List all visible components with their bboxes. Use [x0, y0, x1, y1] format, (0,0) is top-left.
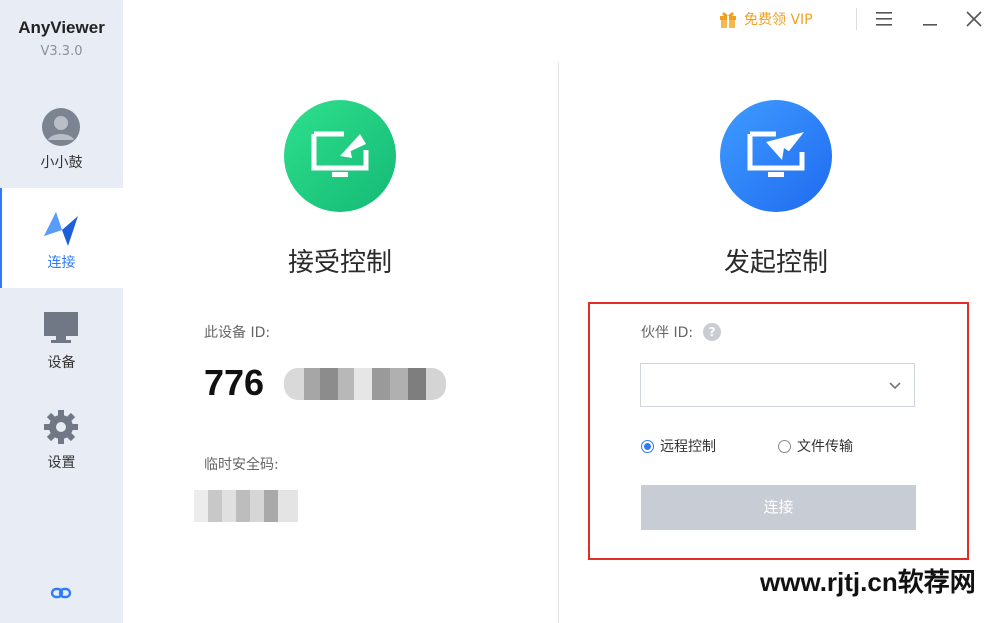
gift-icon [720, 12, 736, 28]
partner-id-label-row: 伙伴 ID: ? [641, 322, 722, 342]
radio-dot[interactable] [641, 439, 654, 453]
radio-file-transfer[interactable]: 文件传输 [778, 436, 853, 456]
receive-control-icon [311, 131, 369, 177]
sidebar-item-connect[interactable]: 连接 [0, 188, 123, 288]
radio-remote-label: 远程控制 [660, 439, 716, 455]
free-vip-button[interactable]: 免费领 VIP [718, 8, 813, 30]
chevron-down-icon[interactable] [888, 378, 902, 392]
sidebar: AnyViewer V3.3.0 小小鼓 连接 设备 设置 [0, 0, 123, 623]
link-icon[interactable] [50, 583, 72, 603]
sidebar-item-label: 连接 [47, 255, 76, 271]
device-id-label: 此设备 ID: [204, 325, 271, 341]
receive-control-title: 接受控制 [287, 248, 392, 278]
sidebar-item-user[interactable]: 小小鼓 [0, 88, 123, 188]
initiate-control-badge [720, 100, 832, 212]
sidebar-item-label: 设备 [47, 355, 76, 371]
radio-file-label: 文件传输 [797, 439, 853, 455]
help-icon[interactable]: ? [703, 323, 722, 341]
sidebar-item-label: 设置 [47, 455, 76, 471]
topbar-separator [856, 8, 857, 30]
partner-id-input[interactable] [649, 364, 883, 406]
radio-dot[interactable] [778, 439, 791, 453]
sidebar-item-label: 小小鼓 [40, 155, 83, 171]
menu-icon[interactable] [873, 8, 895, 30]
app-name: AnyViewer [18, 18, 105, 37]
receive-control-badge [284, 100, 396, 212]
watermark-text: www.rjtj.cn软荐网 [760, 567, 976, 597]
sidebar-item-devices[interactable]: 设备 [0, 288, 123, 388]
partner-id-combobox[interactable] [640, 363, 915, 407]
sidebar-item-settings[interactable]: 设置 [0, 388, 123, 488]
brand: AnyViewer V3.3.0 [0, 18, 123, 59]
minimize-icon[interactable] [919, 8, 941, 30]
connect-button[interactable]: 连接 [641, 485, 916, 530]
temp-code-label: 临时安全码: [204, 457, 279, 473]
temp-code-masked [194, 490, 298, 522]
app-version: V3.3.0 [40, 44, 83, 59]
device-id-masked [284, 368, 446, 400]
initiate-control-title: 发起控制 [723, 248, 828, 278]
radio-remote-control[interactable]: 远程控制 [641, 436, 716, 456]
initiate-control-icon [747, 131, 805, 177]
device-id-value: 776 [204, 362, 265, 403]
connect-icon [44, 212, 78, 246]
close-icon[interactable] [963, 8, 985, 30]
partner-id-label: 伙伴 ID: [641, 325, 694, 341]
panel-divider [558, 62, 559, 623]
monitor-icon [44, 312, 78, 343]
avatar-icon [42, 108, 80, 146]
gear-icon [44, 410, 78, 444]
vip-label: 免费领 VIP [744, 12, 813, 28]
